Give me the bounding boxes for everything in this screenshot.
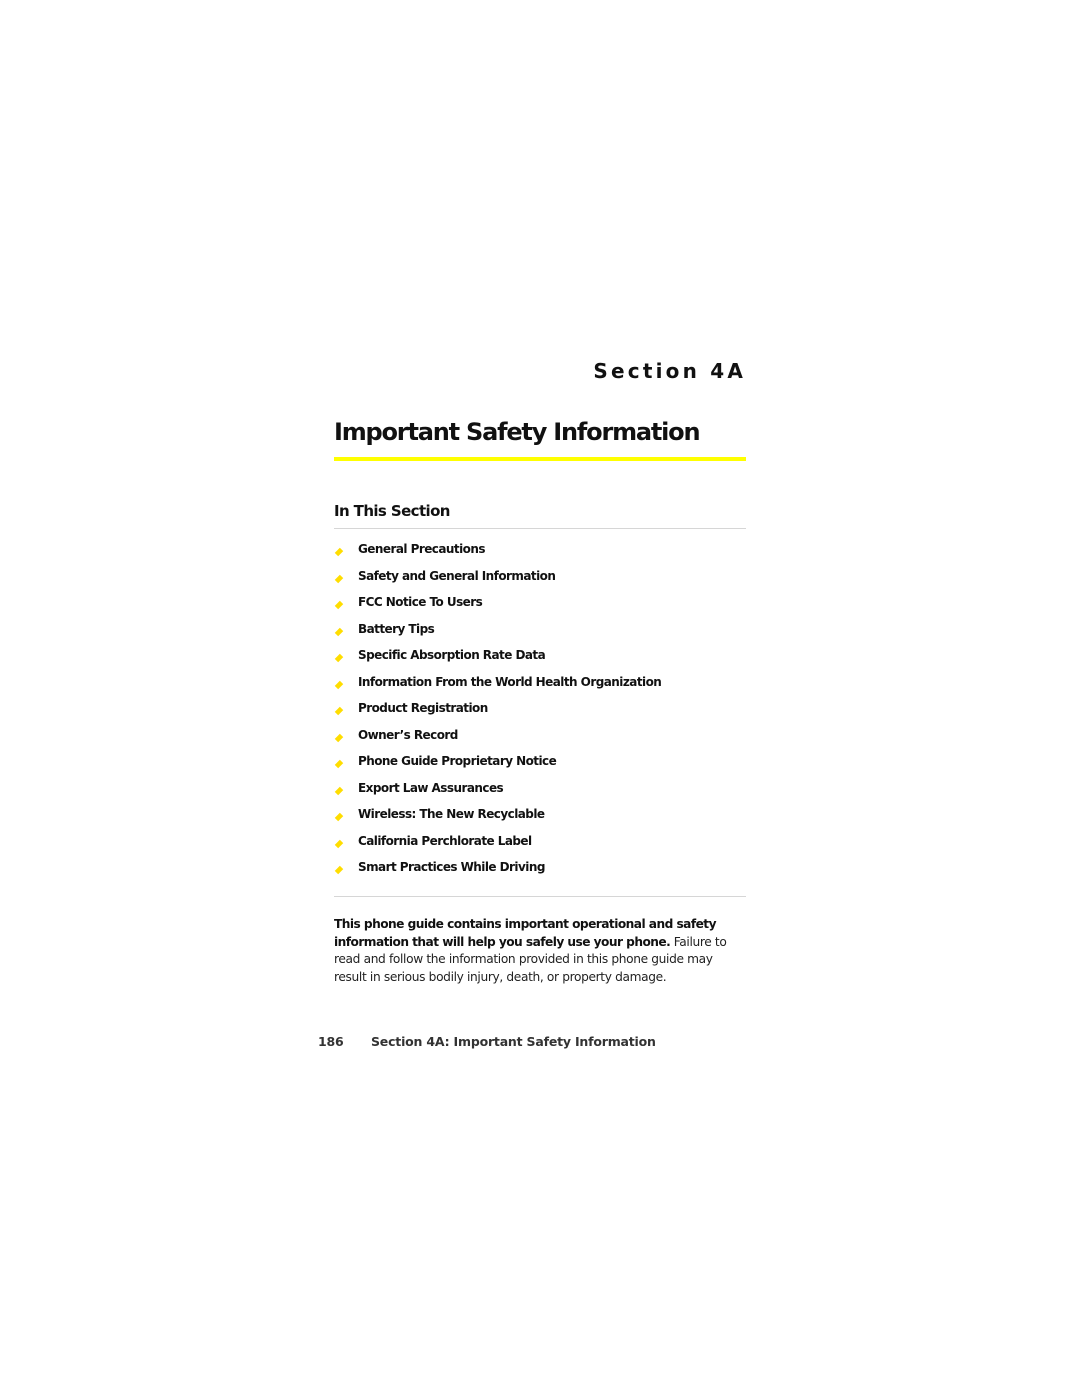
diamond-bullet-icon — [334, 653, 344, 663]
section-label: Section 4A — [593, 359, 746, 383]
toc-link-who-information[interactable]: Information From the World Health Organi… — [358, 675, 662, 689]
toc-link-recyclable[interactable]: Wireless: The New Recyclable — [358, 807, 545, 821]
diamond-bullet-icon — [334, 680, 344, 689]
diamond-bullet-icon — [334, 786, 344, 795]
page-number: 186 — [318, 1034, 344, 1049]
diamond-bullet-icon — [334, 600, 344, 610]
toc-link-product-registration[interactable]: Product Registration — [358, 701, 488, 715]
diamond-bullet-icon — [334, 706, 344, 716]
toc-link-owners-record[interactable]: Owner’s Record — [358, 728, 458, 742]
intro-bold-text: This phone guide contains important oper… — [334, 917, 717, 949]
toc-link-perchlorate-label[interactable]: California Perchlorate Label — [358, 834, 532, 848]
diamond-bullet-icon — [334, 759, 344, 769]
diamond-bullet-icon — [334, 574, 344, 583]
diamond-bullet-icon — [334, 733, 344, 742]
intro-paragraph: This phone guide contains important oper… — [334, 916, 746, 987]
toc-link-safety-general-information[interactable]: Safety and General Information — [358, 569, 556, 583]
diamond-bullet-icon — [334, 865, 344, 875]
section-divider-top — [334, 528, 746, 529]
section-divider-bottom — [334, 896, 746, 897]
toc-link-export-law[interactable]: Export Law Assurances — [358, 781, 504, 795]
toc-link-smart-driving[interactable]: Smart Practices While Driving — [358, 860, 545, 874]
document-page: Section 4A Important Safety Information … — [318, 0, 746, 1397]
diamond-bullet-icon — [334, 547, 344, 557]
page-footer: 186 Section 4A: Important Safety Informat… — [318, 1034, 656, 1049]
toc-link-proprietary-notice[interactable]: Phone Guide Proprietary Notice — [358, 754, 557, 768]
page-title: Important Safety Information — [334, 418, 701, 446]
in-this-section-heading: In This Section — [334, 502, 450, 520]
toc-link-sar-data[interactable]: Specific Absorption Rate Data — [358, 648, 546, 662]
toc-link-general-precautions[interactable]: General Precautions — [358, 542, 485, 556]
diamond-bullet-icon — [334, 627, 344, 636]
title-underline-rule — [334, 457, 746, 461]
toc-link-fcc-notice[interactable]: FCC Notice To Users — [358, 595, 483, 609]
diamond-bullet-icon — [334, 839, 344, 848]
toc-link-battery-tips[interactable]: Battery Tips — [358, 622, 435, 636]
diamond-bullet-icon — [334, 812, 344, 822]
running-title: Section 4A: Important Safety Information — [371, 1034, 656, 1049]
